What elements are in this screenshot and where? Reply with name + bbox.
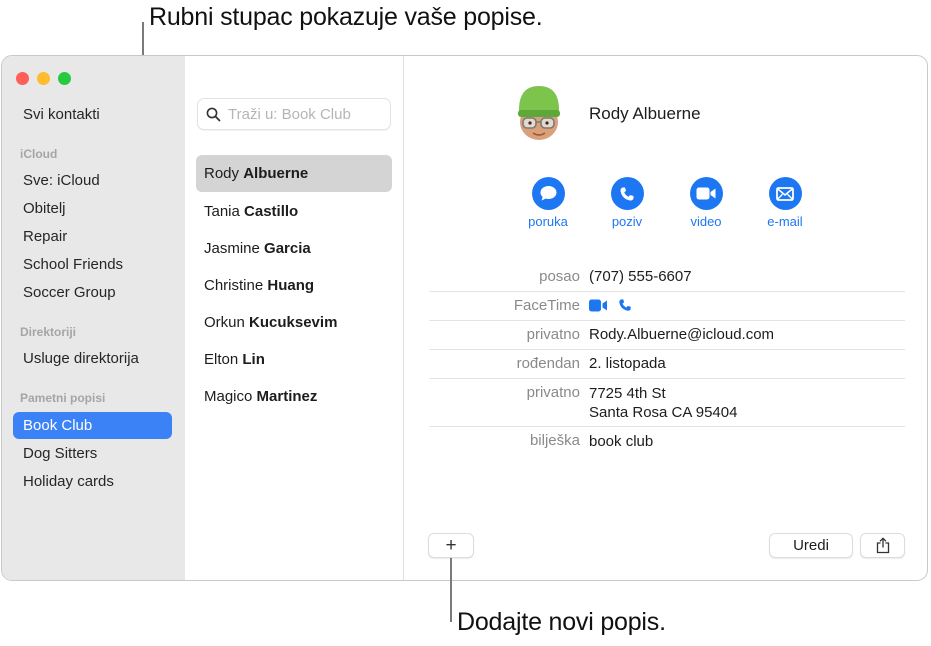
sidebar-item-school-friends[interactable]: School Friends [13,251,172,278]
contact-list-item[interactable]: Christine Huang [196,267,392,304]
field-row-birthday: rođendan 2. listopada [429,350,905,379]
sidebar-item-soccer-group[interactable]: Soccer Group [13,279,172,306]
email-button[interactable]: e-mail [750,177,820,229]
contact-list-item[interactable]: Rody Albuerne [196,155,392,192]
sidebar-item-repair[interactable]: Repair [13,223,172,250]
video-button[interactable]: video [671,177,741,229]
contact-list-pane: Rody Albuerne Tania Castillo Jasmine Gar… [185,56,404,580]
share-icon [876,537,889,554]
search-icon [206,107,221,122]
sidebar-item-dog-sitters[interactable]: Dog Sitters [13,440,172,467]
contact-list-item[interactable]: Magico Martinez [196,378,392,415]
sidebar-item-holiday-cards[interactable]: Holiday cards [13,468,172,495]
callout-add-list: Dodajte novi popis. [457,608,666,636]
video-icon [696,187,716,200]
search-input[interactable] [228,103,386,125]
search-field[interactable] [197,98,391,130]
memoji-avatar-icon [518,86,560,140]
facetime-video-icon[interactable] [589,299,608,312]
minimize-button[interactable] [37,72,50,85]
facetime-audio-icon[interactable] [618,298,632,312]
sidebar-item-family[interactable]: Obitelj [13,195,172,222]
phone-icon [620,187,634,201]
address-line-2[interactable]: Santa Rosa CA 95404 [589,403,737,422]
message-icon [540,186,556,201]
contact-list-item[interactable]: Tania Castillo [196,193,392,230]
zoom-button[interactable] [58,72,71,85]
contact-list-item[interactable]: Elton Lin [196,341,392,378]
note-value: book club [589,433,654,450]
contact-name: Rody Albuerne [589,104,701,123]
contact-detail-pane: Rody Albuerne poruka poziv video e-mail … [405,56,927,580]
close-button[interactable] [16,72,29,85]
home-email-value[interactable]: Rody.Albuerne@icloud.com [589,325,774,344]
callout-sidebar: Rubni stupac pokazuje vaše popise. [149,3,543,31]
sidebar-section-smart-lists: Pametni popisi [20,391,106,405]
call-button[interactable]: poziv [592,177,662,229]
birthday-value: 2. listopada [589,355,666,372]
callout-line-add [450,558,452,622]
sidebar-item-directory-services[interactable]: Usluge direktorija [13,345,172,372]
sidebar-item-all-contacts[interactable]: Svi kontakti [13,101,172,128]
field-row-note: bilješka book club [529,432,654,450]
field-row-work-phone: posao (707) 555-6607 [429,266,905,292]
field-row-facetime: FaceTime [429,292,905,321]
address-line-1[interactable]: 7725 4th St [589,384,666,403]
sidebar-item-book-club[interactable]: Book Club [13,412,172,439]
mail-icon [776,186,794,201]
contacts-window: Svi kontakti iCloud Sve: iCloud Obitelj … [1,55,928,581]
work-phone-value[interactable]: (707) 555-6607 [589,267,692,286]
contact-list-item[interactable]: Orkun Kucuksevim [196,304,392,341]
share-button[interactable] [860,533,905,558]
sidebar: Svi kontakti iCloud Sve: iCloud Obitelj … [2,56,185,580]
field-row-home-email: privatno Rody.Albuerne@icloud.com [429,321,905,350]
sidebar-section-directories: Direktoriji [20,325,77,339]
field-row-home-address: privatno 7725 4th St Santa Rosa CA 95404 [429,379,905,427]
add-button[interactable]: + [428,533,474,558]
edit-button[interactable]: Uredi [769,533,853,558]
contact-list-item[interactable]: Jasmine Garcia [196,230,392,267]
sidebar-item-all-icloud[interactable]: Sve: iCloud [13,167,172,194]
message-button[interactable]: poruka [513,177,583,229]
sidebar-section-icloud: iCloud [20,147,58,161]
window-controls [16,72,71,85]
